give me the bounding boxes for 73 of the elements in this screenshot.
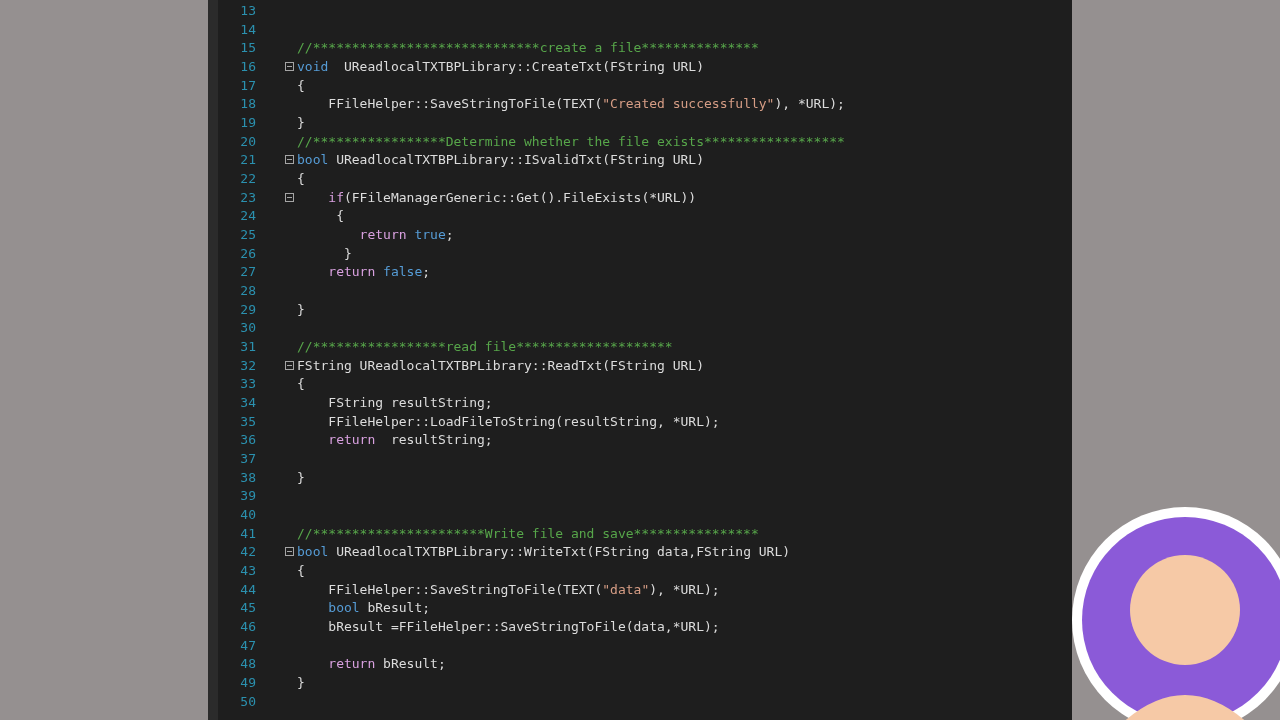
code-line: FFileHelper::LoadFileToString(resultString, *URL); <box>327 413 720 429</box>
collapse-icon[interactable] <box>285 61 294 71</box>
code-line: FString UReadlocalTXTBPLibrary::ReadTxt(FString URL) <box>297 357 704 373</box>
line-number: 32 <box>239 357 256 373</box>
line-number: 14 <box>239 21 256 37</box>
code-line: return resultString; <box>327 432 493 448</box>
code-line: bool UReadlocalTXTBPLibrary::WriteTxt(FString data,FString URL) <box>297 544 791 560</box>
line-number: 27 <box>239 264 256 280</box>
code-line: { <box>297 170 305 186</box>
collapse-icon[interactable] <box>285 360 294 370</box>
line-number: 40 <box>239 506 256 522</box>
code-line: return true; <box>358 226 454 242</box>
line-number: 16 <box>239 58 256 74</box>
code-line: void UReadlocalTXTBPLibrary::CreateTxt(FString URL) <box>297 58 704 74</box>
code-line: return bResult; <box>327 656 446 672</box>
line-number: 34 <box>239 394 256 410</box>
code-comment: //*****************Determine whether the file exists****************** <box>297 133 845 149</box>
line-number: 30 <box>239 320 256 336</box>
line-number: 49 <box>239 675 256 690</box>
code-line: } <box>342 245 352 261</box>
code-comment: //**********************Write file and save**************** <box>297 525 759 541</box>
line-number: 45 <box>239 600 256 616</box>
code-line: bool UReadlocalTXTBPLibrary::ISvalidTxt(FString URL) <box>297 152 704 168</box>
line-number: 47 <box>239 637 256 653</box>
line-number: 37 <box>239 450 256 466</box>
line-number: 17 <box>239 77 256 93</box>
line-number: 25 <box>239 226 256 242</box>
code-line: FString resultString; <box>327 394 493 410</box>
line-number: 20 <box>239 133 256 149</box>
line-number: 21 <box>239 152 256 168</box>
line-number: 33 <box>239 376 256 392</box>
line-number: 46 <box>239 619 256 634</box>
collapse-icon[interactable] <box>285 547 294 557</box>
line-number: 35 <box>239 413 256 429</box>
code-line: } <box>297 114 305 130</box>
line-number: 18 <box>239 96 256 112</box>
code-line: FFileHelper::SaveStringToFile(TEXT("data"), *URL); <box>327 581 720 597</box>
line-number: 26 <box>239 245 256 261</box>
line-number: 39 <box>239 488 256 504</box>
code-line: return false; <box>327 264 431 280</box>
code-line: } <box>297 469 305 485</box>
line-number: 43 <box>239 563 256 578</box>
code-line: { <box>297 563 305 578</box>
line-number: 24 <box>239 208 256 224</box>
line-number: 42 <box>239 544 256 560</box>
line-number: 22 <box>239 170 256 186</box>
line-number: 15 <box>239 40 256 56</box>
code-comment: //*****************************create a file*************** <box>297 40 759 56</box>
code-line: bResult =FFileHelper::SaveStringToFile(data,*URL); <box>327 619 720 634</box>
avatar-icon <box>1070 505 1280 720</box>
line-number: 19 <box>239 114 256 130</box>
line-number: 23 <box>239 189 256 205</box>
line-number: 28 <box>239 282 256 298</box>
code-line: { <box>297 77 305 93</box>
code-line: if(FFileManagerGeneric::Get().FileExists(*URL)) <box>327 189 697 205</box>
code-line: bool bResult; <box>327 600 431 616</box>
line-number: 36 <box>239 432 256 448</box>
line-number: 31 <box>239 338 256 354</box>
code-line: } <box>297 301 305 317</box>
code-line: } <box>297 675 305 690</box>
code-line: { <box>335 208 344 224</box>
code-line: { <box>297 376 305 392</box>
collapse-icon[interactable] <box>285 155 294 165</box>
line-number: 41 <box>239 525 256 541</box>
line-number: 13 <box>239 2 256 18</box>
line-number: 44 <box>239 581 256 597</box>
collapse-icon[interactable] <box>285 192 294 202</box>
code-comment: //*****************read file******************** <box>297 338 673 354</box>
line-number: 48 <box>239 656 256 672</box>
code-line: FFileHelper::SaveStringToFile(TEXT("Created successfully"), *URL); <box>327 96 845 112</box>
line-number: 29 <box>239 301 256 317</box>
line-number: 50 <box>239 693 256 709</box>
line-number: 38 <box>239 469 256 485</box>
